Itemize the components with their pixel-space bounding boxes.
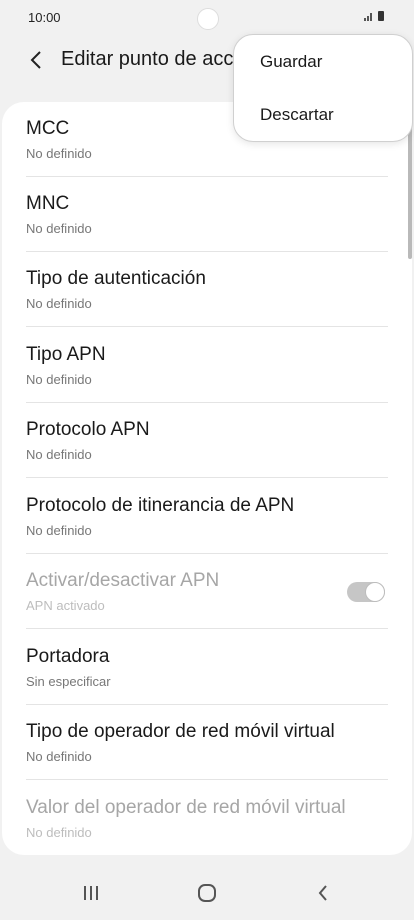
camera-cutout (197, 8, 219, 30)
setting-title: Tipo APN (26, 344, 106, 365)
save-label: Guardar (260, 52, 323, 71)
save-menu-item[interactable]: Guardar (234, 35, 412, 87)
setting-value: No definido (26, 296, 92, 311)
setting-apn-type[interactable]: Tipo APN No definido (2, 328, 412, 403)
setting-title: Protocolo APN (26, 419, 150, 440)
recents-icon (84, 886, 98, 900)
setting-apn-protocol[interactable]: Protocolo APN No definido (2, 403, 412, 478)
setting-value: No definido (26, 825, 92, 840)
divider (26, 326, 388, 327)
setting-value: No definido (26, 749, 92, 764)
setting-value: No definido (26, 146, 92, 161)
setting-value: No definido (26, 447, 92, 462)
setting-value: No definido (26, 372, 92, 387)
setting-value: APN activado (26, 598, 105, 613)
setting-value: No definido (26, 221, 92, 236)
overflow-menu: Guardar Descartar (233, 34, 413, 142)
home-button[interactable] (187, 878, 227, 908)
settings-list: MCC No definido MNC No definido Tipo de … (2, 102, 412, 855)
navigation-bar (0, 860, 414, 920)
discard-menu-item[interactable]: Descartar (234, 88, 412, 140)
setting-title: MCC (26, 118, 70, 139)
setting-value: No definido (26, 523, 92, 538)
setting-title: Protocolo de itinerancia de APN (26, 495, 295, 516)
setting-title: Activar/desactivar APN (26, 570, 220, 591)
status-icons (364, 11, 384, 21)
apn-toggle[interactable] (347, 582, 385, 602)
status-time: 10:00 (28, 10, 61, 25)
setting-auth-type[interactable]: Tipo de autenticación No definido (2, 252, 412, 327)
nav-back-button[interactable] (303, 878, 343, 908)
setting-bearer[interactable]: Portadora Sin especificar (2, 630, 412, 705)
setting-apn-enable[interactable]: Activar/desactivar APN APN activado (2, 554, 412, 629)
setting-title: MNC (26, 193, 70, 214)
setting-title: Tipo de operador de red móvil virtual (26, 721, 335, 742)
chevron-left-icon (30, 51, 41, 69)
setting-title: Tipo de autenticación (26, 268, 206, 289)
setting-value: Sin especificar (26, 674, 111, 689)
recents-button[interactable] (71, 878, 111, 908)
page-title: Editar punto de acc (61, 48, 234, 70)
setting-title: Valor del operador de red móvil virtual (26, 797, 346, 818)
divider (26, 477, 388, 478)
divider (26, 628, 388, 629)
back-button[interactable] (24, 48, 48, 72)
setting-mvno-type[interactable]: Tipo de operador de red móvil virtual No… (2, 705, 412, 780)
nav-back-icon (318, 885, 327, 901)
setting-roaming-protocol[interactable]: Protocolo de itinerancia de APN No defin… (2, 479, 412, 554)
setting-title: Portadora (26, 646, 110, 667)
setting-mvno-value[interactable]: Valor del operador de red móvil virtual … (2, 781, 412, 855)
setting-mnc[interactable]: MNC No definido (2, 177, 412, 252)
divider (26, 779, 388, 780)
toggle-knob (365, 582, 385, 602)
signal-icon (364, 13, 372, 21)
battery-icon (378, 11, 384, 21)
home-icon (198, 884, 216, 902)
discard-label: Descartar (260, 105, 334, 124)
status-bar: 10:00 (0, 0, 414, 34)
